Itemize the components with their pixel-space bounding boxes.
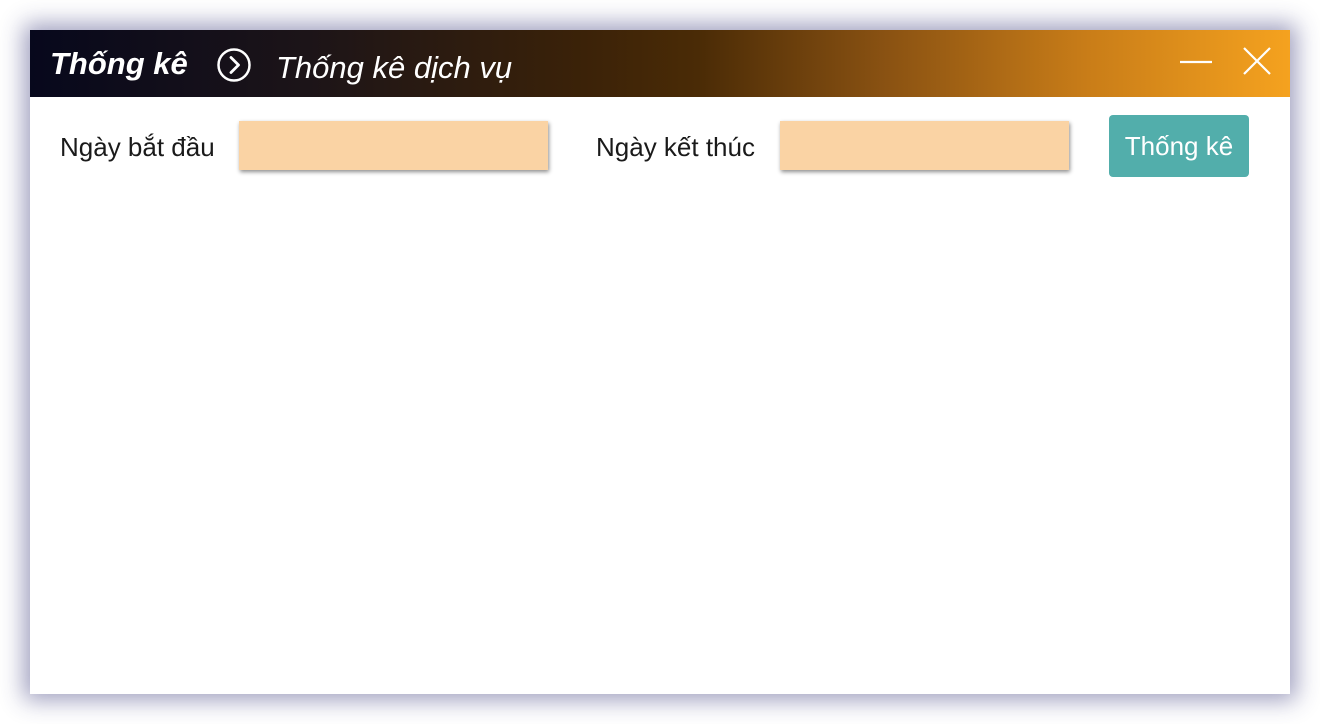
start-date-label: Ngày bắt đầu xyxy=(60,132,215,162)
minimize-button[interactable] xyxy=(1176,44,1216,80)
close-icon xyxy=(1237,47,1277,84)
title-bar: Thống kê Thống kê dịch vụ xyxy=(30,30,1290,97)
statistics-button[interactable]: Thống kê xyxy=(1109,115,1249,177)
start-date-input[interactable] xyxy=(239,121,548,170)
statistics-window: Thống kê Thống kê dịch vụ Ngày bắt đầu N… xyxy=(30,30,1290,694)
chevron-right-circle-icon xyxy=(217,48,251,82)
close-button[interactable] xyxy=(1237,44,1277,80)
minimize-icon xyxy=(1176,60,1216,84)
end-date-label: Ngày kết thúc xyxy=(596,132,755,162)
page-title: Thống kê dịch vụ xyxy=(276,50,513,85)
window-title: Thống kê xyxy=(50,46,188,81)
end-date-input[interactable] xyxy=(780,121,1069,170)
results-area xyxy=(30,190,1290,694)
